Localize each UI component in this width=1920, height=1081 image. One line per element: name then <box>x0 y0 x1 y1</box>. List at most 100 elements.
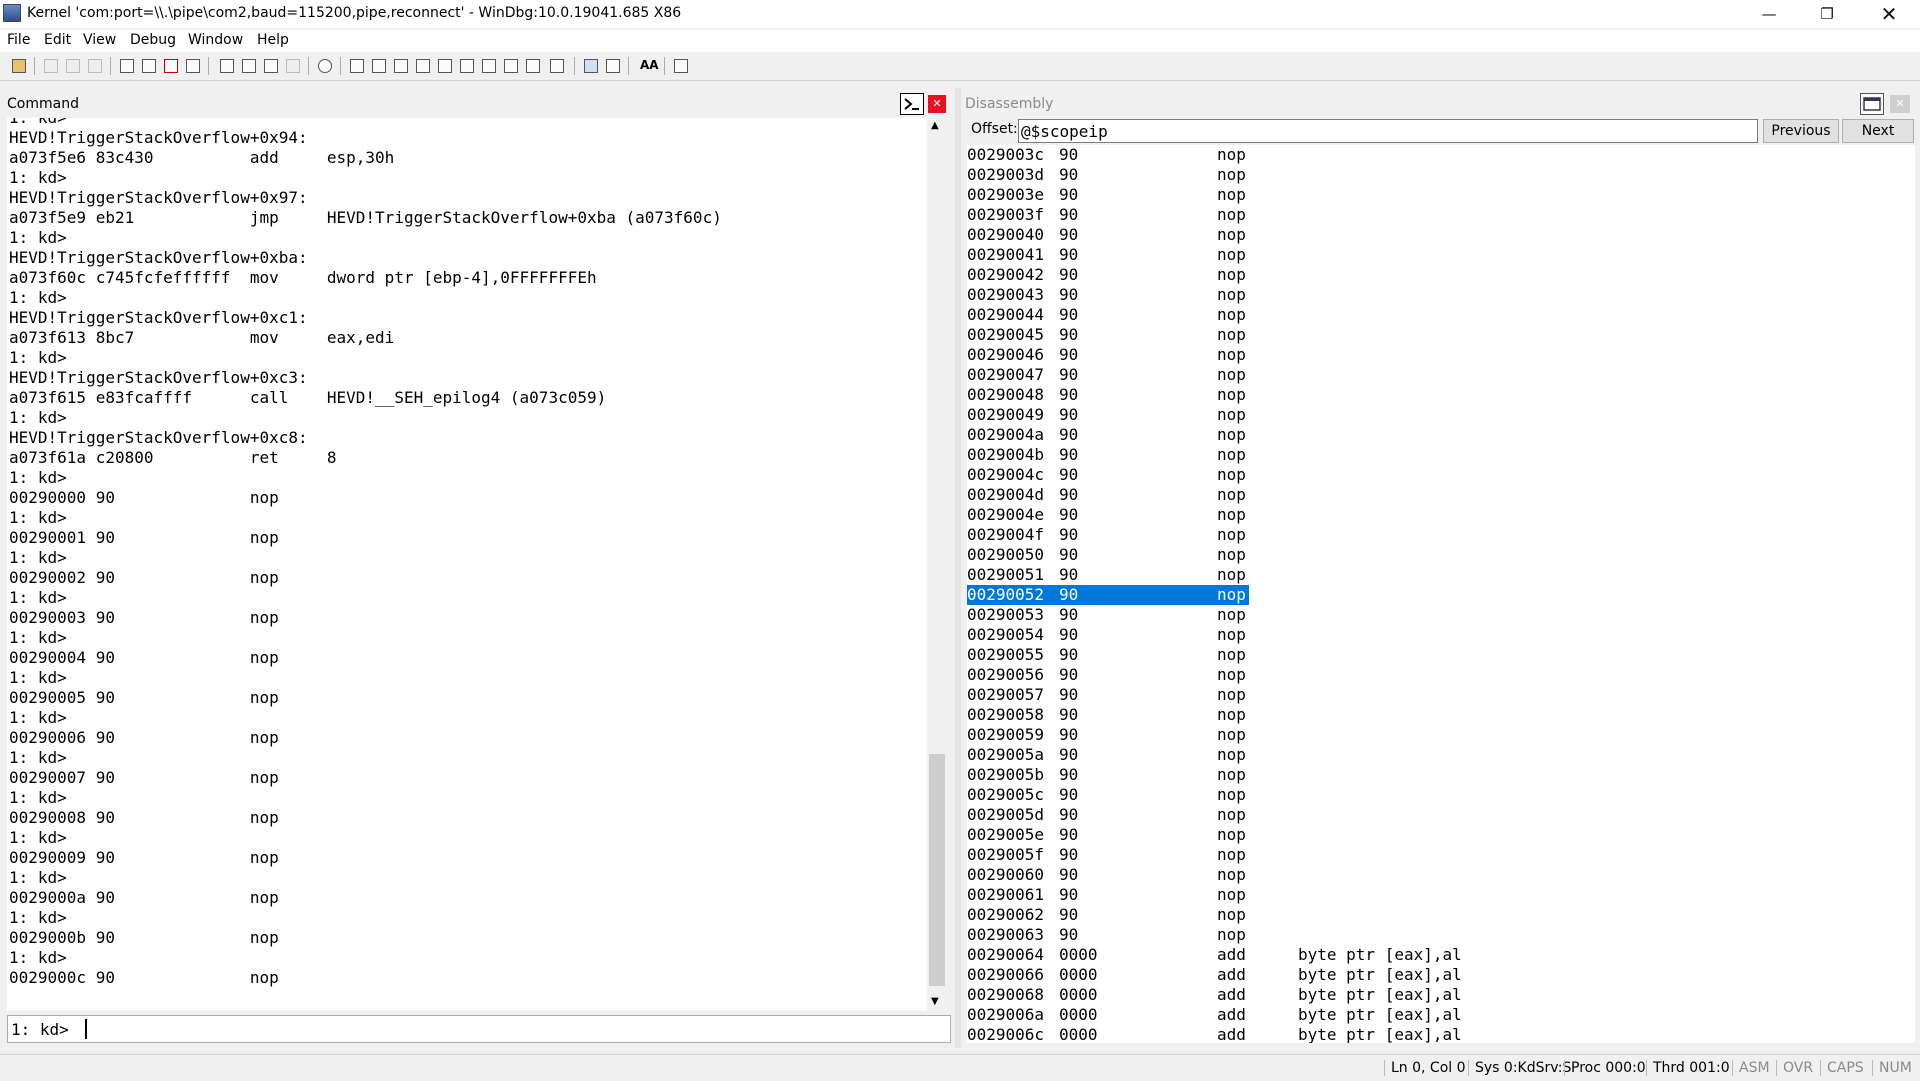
disassembly-row[interactable]: 0029003c 90 nop <box>967 145 1915 165</box>
menu-file[interactable]: File <box>7 32 30 48</box>
call-stack-window-icon[interactable] <box>460 59 474 73</box>
close-icon[interactable]: ✕ <box>1866 0 1912 28</box>
disassembly-row[interactable]: 0029003e 90 nop <box>967 185 1915 205</box>
disassembly-row[interactable]: 00290049 90 nop <box>967 405 1915 425</box>
options-icon[interactable] <box>674 59 688 73</box>
watch-window-icon[interactable] <box>372 59 386 73</box>
disassembly-row[interactable]: 0029004c 90 nop <box>967 465 1915 485</box>
disassembly-row[interactable]: 0029005e 90 nop <box>967 825 1915 845</box>
disassembly-row[interactable]: 00290045 90 nop <box>967 325 1915 345</box>
command-scrollbar[interactable]: ▲ ▼ <box>928 118 946 1011</box>
disassembly-row[interactable]: 00290062 90 nop <box>967 905 1915 925</box>
locals-window-icon[interactable] <box>394 59 408 73</box>
disassembly-row[interactable]: 00290053 90 nop <box>967 605 1915 625</box>
disassembly-row[interactable]: 00290061 90 nop <box>967 885 1915 905</box>
disassembly-row[interactable]: 0029004b 90 nop <box>967 445 1915 465</box>
disassembly-row[interactable]: 0029005c 90 nop <box>967 785 1915 805</box>
disassembly-row[interactable]: 00290044 90 nop <box>967 305 1915 325</box>
disassembly-row[interactable]: 0029005d 90 nop <box>967 805 1915 825</box>
disassembly-row[interactable]: 00290041 90 nop <box>967 245 1915 265</box>
memory-window-icon[interactable] <box>438 59 452 73</box>
disassembly-row[interactable]: 00290066 0000 add byte ptr [eax],al <box>967 965 1915 985</box>
disassembly-args: byte ptr [eax],al <box>1298 985 1462 1004</box>
source-mode-icon[interactable] <box>584 59 598 73</box>
menu-window[interactable]: Window <box>188 32 243 48</box>
disassembly-row[interactable]: 00290060 90 nop <box>967 865 1915 885</box>
disassembly-row[interactable]: 0029004e 90 nop <box>967 505 1915 525</box>
disassembly-row[interactable]: 00290046 90 nop <box>967 345 1915 365</box>
run-to-cursor-icon[interactable] <box>286 59 300 73</box>
disassembly-window-icon[interactable] <box>482 59 496 73</box>
disassembly-row[interactable]: 00290056 90 nop <box>967 665 1915 685</box>
disassembly-row[interactable]: 00290050 90 nop <box>967 545 1915 565</box>
disassembly-row[interactable]: 0029003f 90 nop <box>967 205 1915 225</box>
minimize-icon[interactable]: — <box>1746 0 1792 28</box>
step-out-icon[interactable] <box>264 59 278 73</box>
windbg-app-icon[interactable] <box>3 4 21 22</box>
disassembly-row[interactable]: 00290057 90 nop <box>967 685 1915 705</box>
close-pane-icon[interactable]: ✕ <box>1890 95 1910 113</box>
previous-button[interactable]: Previous <box>1763 119 1839 143</box>
step-into-icon[interactable] <box>220 59 234 73</box>
menu-edit[interactable]: Edit <box>44 32 71 48</box>
window-layout-icon[interactable] <box>550 59 564 73</box>
restart-icon[interactable] <box>142 59 156 73</box>
offset-input[interactable]: @$scopeip <box>1018 119 1758 143</box>
disassembly-row[interactable]: 00290040 90 nop <box>967 225 1915 245</box>
scroll-down-icon[interactable]: ▼ <box>931 996 939 1007</box>
menu-help[interactable]: Help <box>257 32 289 48</box>
menu-debug[interactable]: Debug <box>130 32 176 48</box>
disassembly-row[interactable]: 0029004d 90 nop <box>967 485 1915 505</box>
disassembly-window-icon[interactable] <box>1860 93 1884 115</box>
scroll-thumb[interactable] <box>929 754 945 986</box>
go-icon[interactable] <box>120 59 134 73</box>
disassembly-row[interactable]: 00290047 90 nop <box>967 365 1915 385</box>
close-pane-icon[interactable]: ✕ <box>928 95 946 113</box>
scratch-pad-icon[interactable] <box>504 59 518 73</box>
command-window-icon[interactable] <box>350 59 364 73</box>
disassembly-listing[interactable]: 0029003c 90 nop 0029003d 90 nop 0029003e 90 nop 0… <box>967 145 1915 1043</box>
disassembly-row[interactable]: 0029005f 90 nop <box>967 845 1915 865</box>
disassembly-row[interactable]: 00290064 0000 add byte ptr [eax],al <box>967 945 1915 965</box>
disassembly-row[interactable]: 00290058 90 nop <box>967 705 1915 725</box>
disassembly-row[interactable]: 0029004f 90 nop <box>967 525 1915 545</box>
disassembly-row[interactable]: 0029005b 90 nop <box>967 765 1915 785</box>
hex-mode-icon[interactable] <box>606 59 620 73</box>
disassembly-row[interactable]: 00290059 90 nop <box>967 725 1915 745</box>
menu-view[interactable]: View <box>83 32 116 48</box>
disassembly-row[interactable]: 00290048 90 nop <box>967 385 1915 405</box>
breakpoint-hand-icon[interactable] <box>318 59 332 73</box>
scroll-up-icon[interactable]: ▲ <box>931 120 939 131</box>
disassembly-row[interactable]: 00290052 90 nop <box>967 585 1249 605</box>
disassembly-row[interactable]: 00290051 90 nop <box>967 565 1915 585</box>
next-button[interactable]: Next <box>1842 119 1914 143</box>
disassembly-row[interactable]: 0029006a 0000 add byte ptr [eax],al <box>967 1005 1915 1025</box>
font-icon[interactable]: AA <box>640 58 659 72</box>
disassembly-row[interactable]: 00290063 90 nop <box>967 925 1915 945</box>
break-icon[interactable] <box>186 59 200 73</box>
disassembly-row[interactable]: 0029005a 90 nop <box>967 745 1915 765</box>
paste-icon[interactable] <box>88 59 102 73</box>
disassembly-op: nop <box>1217 925 1246 944</box>
command-output[interactable]: 1: kd> HEVD!TriggerStackOverflow+0x94: a… <box>7 118 927 1011</box>
disassembly-bytes: 90 <box>1059 685 1079 704</box>
disassembly-row[interactable]: 0029006c 0000 add byte ptr [eax],al <box>967 1025 1915 1043</box>
command-window-icon[interactable] <box>900 93 924 115</box>
disassembly-row[interactable]: 00290042 90 nop <box>967 265 1915 285</box>
disassembly-row[interactable]: 00290068 0000 add byte ptr [eax],al <box>967 985 1915 1005</box>
open-icon[interactable] <box>12 59 26 73</box>
command-input[interactable] <box>85 1019 87 1039</box>
disassembly-row[interactable]: 00290043 90 nop <box>967 285 1915 305</box>
pane-splitter[interactable] <box>955 88 961 1048</box>
disassembly-row[interactable]: 0029004a 90 nop <box>967 425 1915 445</box>
processes-threads-icon[interactable] <box>526 59 540 73</box>
disassembly-row[interactable]: 00290054 90 nop <box>967 625 1915 645</box>
registers-window-icon[interactable] <box>416 59 430 73</box>
disassembly-row[interactable]: 0029003d 90 nop <box>967 165 1915 185</box>
restore-icon[interactable]: ❐ <box>1804 0 1850 28</box>
stop-debugging-icon[interactable] <box>164 59 178 73</box>
cut-icon[interactable] <box>44 59 58 73</box>
copy-icon[interactable] <box>66 59 80 73</box>
disassembly-row[interactable]: 00290055 90 nop <box>967 645 1915 665</box>
step-over-icon[interactable] <box>242 59 256 73</box>
